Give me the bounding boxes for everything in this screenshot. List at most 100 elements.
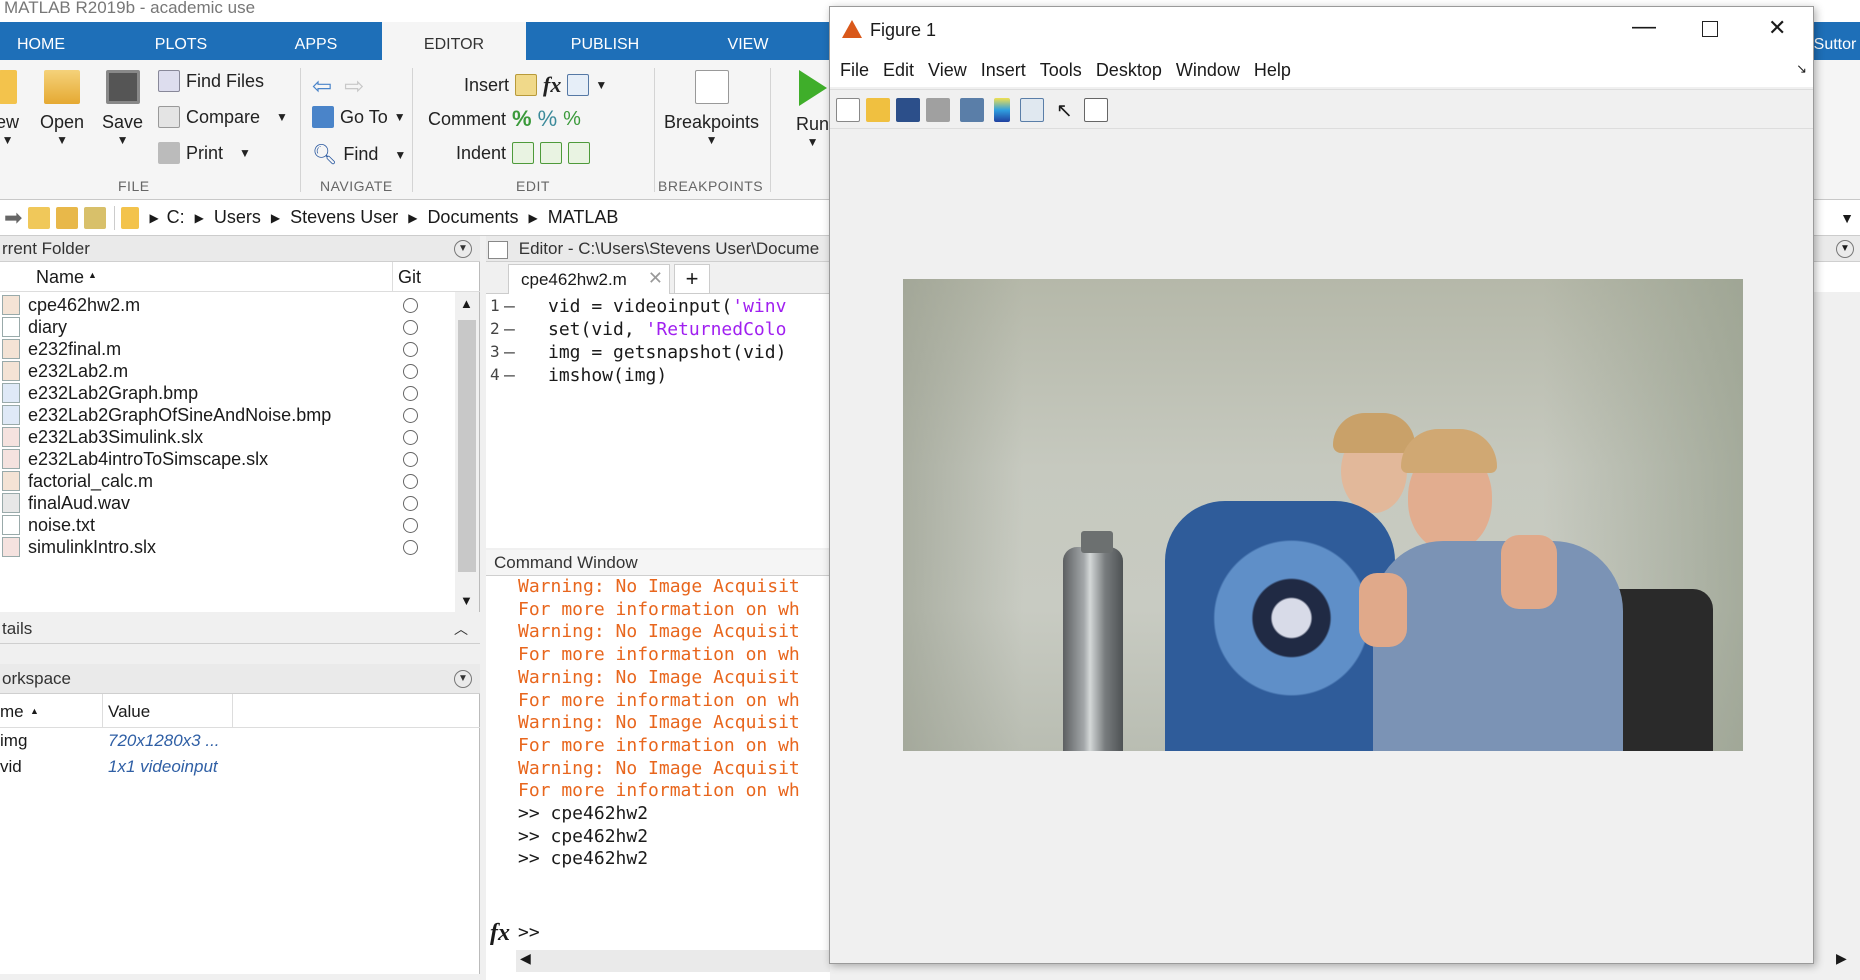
tab-apps[interactable]: APPS xyxy=(276,22,356,60)
uncomment-icon[interactable]: % xyxy=(538,106,558,132)
tab-cpe462hw2[interactable]: cpe462hw2.m ✕ xyxy=(508,264,670,294)
new-tab-plus-icon[interactable]: + xyxy=(674,264,710,294)
file-icon xyxy=(2,515,20,535)
compare-button[interactable]: Compare ▼ xyxy=(158,106,288,128)
save-figure-icon[interactable] xyxy=(896,98,920,122)
editor-icon xyxy=(488,240,508,259)
fx-icon[interactable]: fx xyxy=(543,72,561,98)
breadcrumb-item[interactable]: Documents xyxy=(427,207,518,228)
table-row[interactable]: vid 1x1 videoinput xyxy=(0,754,480,780)
code-area[interactable]: 1– vid = videoinput('winv 2– set(vid, 'Retu… xyxy=(486,296,830,546)
search-folder-icon[interactable] xyxy=(84,206,107,229)
link-plot-icon[interactable] xyxy=(960,98,984,122)
menu-item-edit[interactable]: Edit xyxy=(883,60,914,81)
file-list-scrollbar[interactable]: ▲ ▼ xyxy=(455,292,479,612)
code-line[interactable]: 3– img = getsnapshot(vid) xyxy=(486,342,830,365)
indent-button[interactable]: Indent xyxy=(456,142,591,164)
scroll-right-icon[interactable]: ▶ xyxy=(1836,950,1847,967)
panel-actions-icon[interactable]: ▼ xyxy=(454,670,472,688)
new-figure-icon[interactable] xyxy=(836,98,860,122)
comment-button[interactable]: Comment % % % xyxy=(428,106,581,132)
close-tab-icon[interactable]: ✕ xyxy=(648,268,663,289)
column-header-name[interactable]: Name xyxy=(36,267,84,288)
decrease-indent-icon[interactable] xyxy=(568,142,591,164)
go-to-button[interactable]: Go To ▼ xyxy=(312,106,406,128)
code-line[interactable]: 2– set(vid, 'ReturnedColo xyxy=(486,319,830,342)
browse-folder-icon[interactable] xyxy=(56,206,79,229)
file-icon xyxy=(2,317,20,337)
breadcrumb-item[interactable]: MATLAB xyxy=(548,207,619,228)
list-item[interactable]: simulinkIntro.slx xyxy=(0,534,455,560)
tab-editor[interactable]: EDITOR xyxy=(382,22,526,60)
menu-item-desktop[interactable]: Desktop xyxy=(1096,60,1162,81)
pointer-icon[interactable]: ↖ xyxy=(1056,98,1080,122)
legend-icon[interactable] xyxy=(1020,98,1044,122)
warning-line: For more information on wh xyxy=(518,644,800,666)
breadcrumb-item[interactable]: Users xyxy=(214,207,261,228)
command-window[interactable]: Command Window Warning: No Image Acquisi… xyxy=(486,550,830,980)
menu-item-view[interactable]: View xyxy=(928,60,967,81)
file-name: e232Lab3Simulink.slx xyxy=(28,426,204,447)
tab-plots[interactable]: PLOTS xyxy=(140,22,222,60)
run-button[interactable]: Run ▼ xyxy=(796,70,829,149)
forward-arrow-icon[interactable]: ⇨ xyxy=(344,72,364,101)
maximize-icon[interactable] xyxy=(1702,21,1718,37)
property-editor-icon[interactable] xyxy=(1084,98,1108,122)
breakpoint-gutter[interactable]: – xyxy=(504,365,515,386)
file-name: factorial_calc.m xyxy=(28,470,154,491)
menu-item-insert[interactable]: Insert xyxy=(981,60,1026,81)
dock-arrow-icon[interactable]: ↘ xyxy=(1796,61,1807,77)
new-button[interactable]: ew ▼ xyxy=(0,70,19,147)
open-button[interactable]: Open ▼ xyxy=(40,70,84,147)
back-arrow-icon[interactable]: ⇦ xyxy=(312,72,332,101)
file-name: e232Lab2GraphOfSineAndNoise.bmp xyxy=(28,404,332,425)
breadcrumb-item[interactable]: C: xyxy=(167,207,185,228)
fx-icon[interactable]: fx xyxy=(490,920,510,947)
print-button[interactable]: Print ▼ xyxy=(158,142,251,164)
scroll-up-icon[interactable]: ▲ xyxy=(460,296,473,311)
print-figure-icon[interactable] xyxy=(926,98,950,122)
column-header-git[interactable]: Git xyxy=(398,267,421,288)
chevron-up-icon[interactable]: ︿ xyxy=(454,614,468,644)
panel-actions-icon[interactable]: ▼ xyxy=(1836,240,1854,258)
details-header[interactable]: tails ︿ xyxy=(0,614,480,644)
find-files-button[interactable]: Find Files xyxy=(158,70,264,92)
tab-home[interactable]: HOME xyxy=(0,22,82,60)
menu-item-help[interactable]: Help xyxy=(1254,60,1291,81)
find-button[interactable]: 🔍︎ Find ▼ xyxy=(312,142,406,167)
breakpoint-gutter[interactable]: – xyxy=(504,319,515,340)
menu-item-window[interactable]: Window xyxy=(1176,60,1240,81)
minimize-icon[interactable]: — xyxy=(1632,13,1656,41)
tab-view[interactable]: VIEW xyxy=(708,22,788,60)
breakpoint-gutter[interactable]: – xyxy=(504,342,515,363)
up-folder-icon[interactable] xyxy=(28,206,51,229)
horizontal-scrollbar[interactable]: ◀ xyxy=(516,950,830,972)
menu-item-file[interactable]: File xyxy=(840,60,869,81)
open-file-icon[interactable] xyxy=(866,98,890,122)
column-header-value[interactable]: Value xyxy=(108,702,150,722)
command-prompt[interactable]: >> xyxy=(518,922,540,943)
table-row[interactable]: img 720x1280x3 ... xyxy=(0,728,480,754)
code-line[interactable]: 1– vid = videoinput('winv xyxy=(486,296,830,319)
scroll-left-icon[interactable]: ◀ xyxy=(520,950,531,967)
column-header-name[interactable]: me xyxy=(0,702,24,722)
save-button[interactable]: Save ▼ xyxy=(102,70,143,147)
panel-actions-icon[interactable]: ▼ xyxy=(454,240,472,258)
forward-icon[interactable]: ➡ xyxy=(4,205,22,231)
insert-function-icon[interactable] xyxy=(567,74,590,96)
colorbar-icon[interactable] xyxy=(994,98,1010,122)
breakpoints-button[interactable]: Breakpoints ▼ xyxy=(664,70,759,147)
increase-indent-icon[interactable] xyxy=(540,142,563,164)
code-line[interactable]: 4– imshow(img) xyxy=(486,365,830,388)
wrap-comments-icon[interactable]: % xyxy=(563,108,581,131)
figure-title-bar[interactable]: Figure 1 — ✕ xyxy=(830,7,1813,53)
tab-publish[interactable]: PUBLISH xyxy=(560,22,650,60)
breadcrumb-item[interactable]: Stevens User xyxy=(290,207,398,228)
menu-item-tools[interactable]: Tools xyxy=(1040,60,1082,81)
breakpoint-gutter[interactable]: – xyxy=(504,296,515,317)
scroll-down-icon[interactable]: ▼ xyxy=(460,593,473,608)
insert-button[interactable]: Insert fx ▼ xyxy=(464,72,607,98)
scroll-thumb[interactable] xyxy=(458,320,476,572)
close-icon[interactable]: ✕ xyxy=(1768,15,1786,41)
address-dropdown-icon[interactable]: ▼ xyxy=(1840,210,1854,226)
